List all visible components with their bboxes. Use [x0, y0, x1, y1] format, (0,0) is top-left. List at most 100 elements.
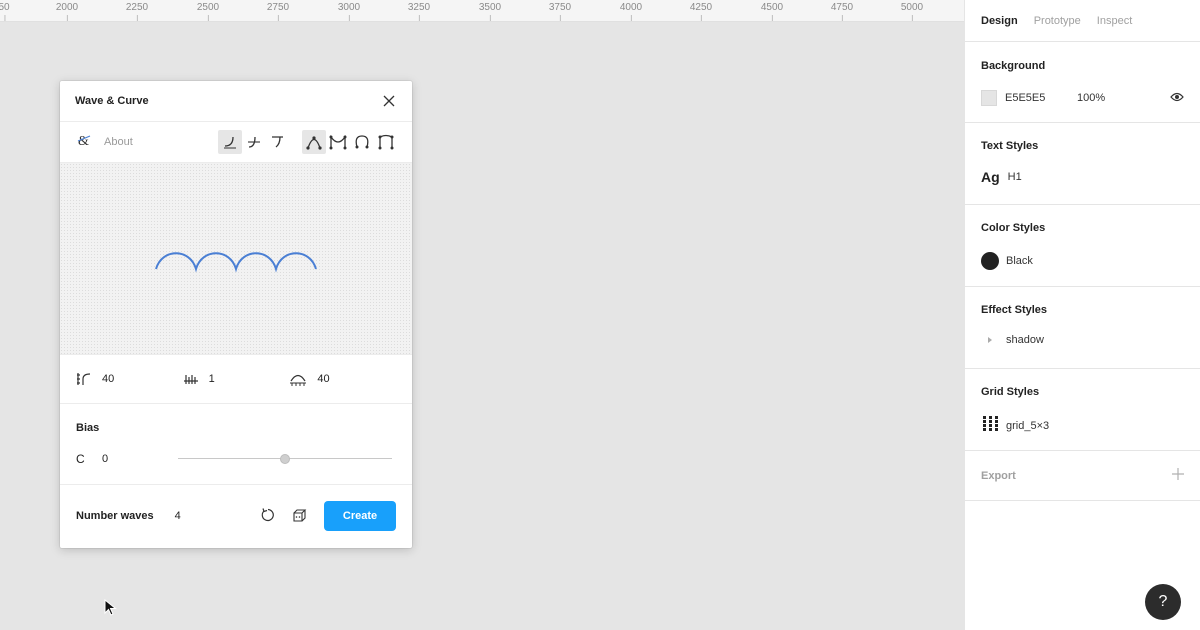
height-value[interactable]: 40	[102, 373, 114, 385]
randomize-button[interactable]	[292, 507, 308, 526]
ruler-tick: 2750	[266, 2, 290, 21]
panel-tabs: Design Prototype Inspect	[965, 0, 1200, 42]
eye-icon	[1170, 92, 1184, 101]
wave-params: 40 1 40	[60, 355, 412, 404]
background-title: Background	[981, 60, 1046, 72]
text-styles-title: Text Styles	[981, 140, 1039, 152]
shape-tools	[218, 130, 398, 154]
about-link[interactable]: About	[104, 136, 133, 148]
ruler-tick: 3000	[337, 2, 361, 21]
curve-tool-button[interactable]	[218, 130, 242, 154]
ruler-tick: 4500	[760, 2, 784, 21]
plus-icon	[1172, 467, 1184, 480]
export-title: Export	[981, 469, 1016, 482]
bias-slider[interactable]	[178, 453, 392, 465]
curve-corner-icon	[224, 136, 236, 149]
plugin-footer: Number waves 4 Create	[60, 485, 412, 547]
caret-right-icon	[981, 336, 999, 344]
export-section: Export	[965, 451, 1200, 501]
color-styles-section: Color Styles Black	[965, 205, 1200, 287]
grid-style-name: grid_5×3	[1006, 419, 1050, 432]
close-button[interactable]	[381, 93, 397, 109]
spacing-param[interactable]: 1	[183, 371, 290, 387]
peak-tool-button[interactable]	[302, 130, 326, 154]
ruler-tick: 4250	[689, 2, 713, 21]
ruler-tick: 4000	[619, 2, 643, 21]
color-style-name: Black	[1006, 255, 1033, 267]
footer-actions	[260, 507, 308, 526]
properties-panel: Design Prototype Inspect Background E5E5…	[964, 0, 1200, 630]
effect-styles-section: Effect Styles shadow	[965, 287, 1200, 369]
cross-curve-tool-button[interactable]	[242, 130, 266, 154]
close-icon	[383, 95, 395, 107]
square-arc-tool-button[interactable]	[374, 130, 398, 154]
background-hex[interactable]: E5E5E5	[1005, 92, 1077, 104]
hook-tool-button[interactable]	[266, 130, 290, 154]
reset-icon	[261, 507, 274, 521]
number-waves-value[interactable]: 4	[175, 510, 181, 522]
width-param[interactable]: 40	[289, 371, 396, 387]
grid-styles-section: Grid Styles grid_5×3	[965, 369, 1200, 451]
color-style-swatch	[981, 252, 999, 270]
ruler-tick: 4750	[830, 2, 854, 21]
arc-icon	[355, 135, 369, 149]
number-waves-label: Number waves	[76, 510, 154, 522]
background-row: E5E5E5 100%	[981, 90, 1184, 106]
color-styles-title: Color Styles	[981, 222, 1046, 234]
bias-title: Bias	[76, 422, 100, 434]
reset-button[interactable]	[260, 507, 276, 526]
bias-section: Bias C 0	[60, 404, 412, 485]
tab-design[interactable]: Design	[981, 15, 1018, 27]
wave-nodes-icon	[329, 134, 347, 150]
background-swatch[interactable]	[981, 90, 997, 106]
wave-preview	[60, 163, 412, 355]
background-opacity[interactable]: 100%	[1077, 92, 1105, 104]
add-export-button[interactable]	[1172, 467, 1184, 485]
ruler-tick: 2000	[55, 2, 79, 21]
tab-inspect[interactable]: Inspect	[1097, 15, 1132, 27]
text-style-sample: Ag	[981, 169, 1000, 185]
horizontal-ruler: 50 2000 2250 2500 2750 3000 3250 3500 37…	[0, 0, 964, 22]
wave-nodes-tool-button[interactable]	[326, 130, 350, 154]
grid-dots-icon	[981, 415, 999, 436]
bias-value[interactable]: 0	[102, 453, 162, 465]
text-style-row[interactable]: Ag H1	[981, 169, 1184, 185]
ruler-tick: 3250	[407, 2, 431, 21]
ampersand-logo-icon[interactable]: &	[76, 132, 92, 153]
ruler-tick: 5000	[900, 2, 924, 21]
spacing-icon	[183, 375, 198, 384]
help-button[interactable]: ?	[1145, 584, 1181, 620]
ruler-tick: 3500	[478, 2, 502, 21]
arc-tool-button[interactable]	[350, 130, 374, 154]
text-style-name: H1	[1007, 171, 1022, 183]
width-value[interactable]: 40	[317, 373, 329, 385]
grid-styles-title: Grid Styles	[981, 386, 1040, 398]
square-arc-icon	[378, 134, 394, 150]
text-styles-section: Text Styles Ag H1	[965, 123, 1200, 205]
plugin-title: Wave & Curve	[75, 95, 149, 107]
slider-thumb[interactable]	[280, 454, 290, 464]
canvas[interactable]: 50 2000 2250 2500 2750 3000 3250 3500 37…	[0, 0, 964, 630]
visibility-toggle[interactable]	[1170, 92, 1184, 105]
bias-c-icon: C	[76, 452, 85, 466]
grid-style-row[interactable]: grid_5×3	[981, 415, 1184, 436]
ruler-tick: 3750	[548, 2, 572, 21]
hook-curve-icon	[272, 136, 283, 148]
plugin-window: Wave & Curve & About 40 1 40 Bias C 0 Nu…	[60, 81, 412, 548]
ruler-tick: 2500	[196, 2, 220, 21]
create-button[interactable]: Create	[324, 501, 396, 531]
plugin-toolbar: & About	[60, 122, 412, 163]
peak-nodes-icon	[306, 136, 322, 150]
plugin-header: Wave & Curve	[60, 81, 412, 122]
tab-prototype[interactable]: Prototype	[1034, 15, 1081, 27]
dice-icon	[293, 508, 307, 522]
width-icon	[290, 374, 307, 386]
spacing-value[interactable]: 1	[209, 373, 215, 385]
color-style-row[interactable]: Black	[981, 252, 1184, 270]
wave-preview-svg	[155, 252, 317, 273]
effect-style-row[interactable]: shadow	[981, 334, 1184, 346]
height-param[interactable]: 40	[76, 371, 183, 387]
background-section: Background E5E5E5 100%	[965, 42, 1200, 123]
bias-row: C 0	[76, 452, 396, 466]
ruler-tick: 50	[0, 2, 10, 21]
